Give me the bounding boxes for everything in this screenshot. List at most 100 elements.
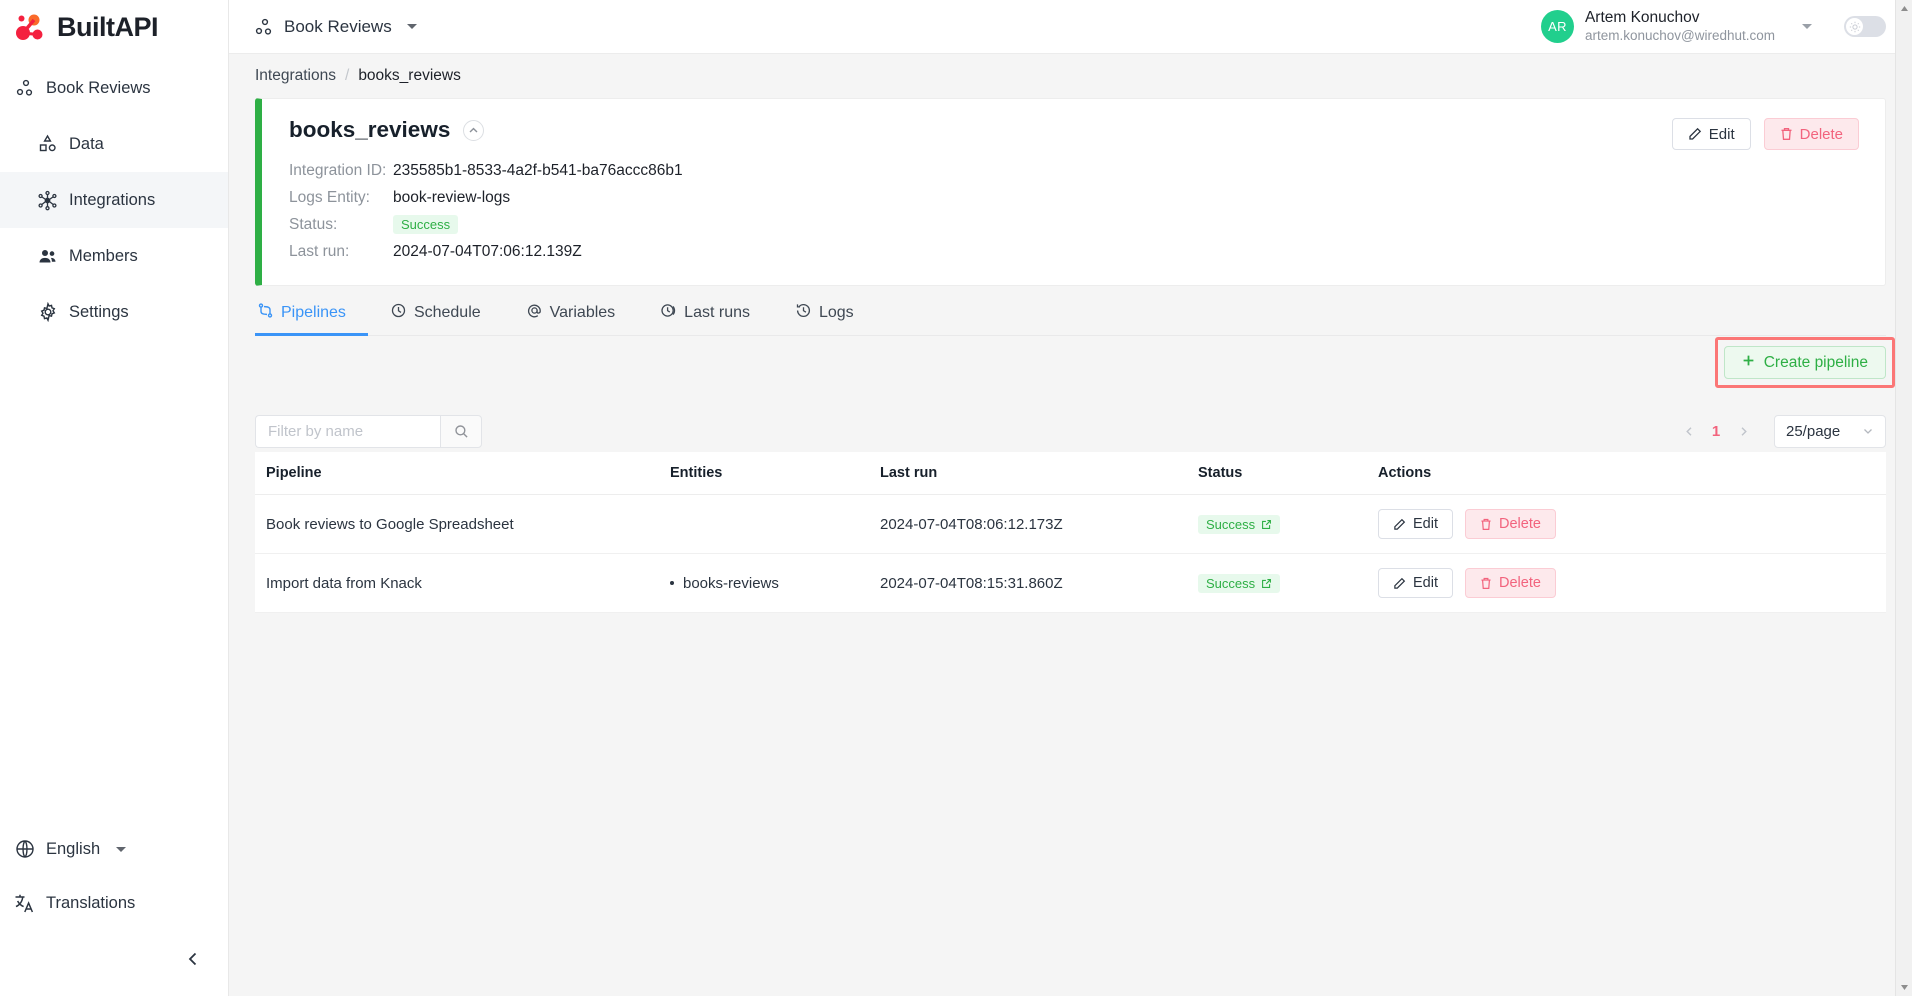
edit-pipeline-button[interactable]: Edit	[1378, 509, 1453, 539]
page-size-label: 25/page	[1786, 422, 1841, 440]
at-icon	[527, 303, 542, 323]
cell-entities: books-reviews	[670, 553, 880, 613]
workspace-name: Book Reviews	[284, 16, 392, 36]
create-pipeline-button[interactable]: Create pipeline	[1723, 346, 1886, 379]
tab-last-runs[interactable]: Last runs	[638, 291, 773, 335]
edit-label: Edit	[1413, 516, 1438, 532]
logs-entity-value: book-review-logs	[393, 188, 511, 206]
filter-bar: 1 25/page	[255, 410, 1886, 452]
sidebar-item-integrations[interactable]: Integrations	[0, 172, 228, 228]
cell-entities	[670, 494, 880, 554]
column-header-status: Status	[1198, 452, 1378, 495]
table-head: Pipeline Entities Last run Status Action…	[255, 452, 1886, 495]
builtapi-logo-icon	[14, 12, 48, 42]
pagination-prev-button[interactable]	[1674, 416, 1704, 446]
cell-actions: Edit Delete	[1378, 494, 1886, 554]
delete-label: Delete	[1499, 575, 1541, 591]
pagination-page-1[interactable]: 1	[1704, 423, 1728, 440]
sidebar-item-book-reviews[interactable]: Book Reviews	[0, 60, 228, 116]
external-link-icon	[1262, 519, 1272, 529]
search-button[interactable]	[440, 414, 482, 448]
card-collapse-button[interactable]	[463, 119, 485, 141]
theme-toggle[interactable]	[1844, 16, 1886, 37]
network-icon	[37, 190, 58, 211]
brand-name: BuiltAPI	[57, 11, 159, 42]
history-icon	[661, 303, 676, 323]
meta-label: Integration ID:	[289, 161, 387, 179]
page-scrollbar[interactable]	[1895, 0, 1912, 996]
sidebar-item-members[interactable]: Members	[0, 228, 228, 284]
sidebar-item-data[interactable]: Data	[0, 116, 228, 172]
edit-label: Edit	[1413, 575, 1438, 591]
delete-integration-button[interactable]: Delete	[1763, 118, 1859, 150]
workspace-selector[interactable]: Book Reviews	[253, 16, 417, 37]
sidebar-item-label: Data	[69, 134, 104, 153]
tab-label: Last runs	[684, 304, 750, 321]
tab-label: Logs	[818, 304, 854, 321]
column-header-entities: Entities	[670, 452, 880, 495]
plus-icon	[1742, 354, 1755, 372]
nodes-icon	[253, 16, 274, 37]
scrollbar-down-button[interactable]	[1896, 979, 1912, 996]
cell-last-run: 2024-07-04T08:06:12.173Z	[880, 494, 1198, 554]
card-title-row: books_reviews	[289, 117, 1859, 143]
page-title: books_reviews	[289, 117, 451, 142]
meta-label: Last run:	[289, 242, 350, 260]
caret-down-icon	[1901, 985, 1908, 990]
delete-pipeline-button[interactable]: Delete	[1465, 568, 1556, 598]
column-header-last-run: Last run	[880, 452, 1198, 495]
tab-logs[interactable]: Logs	[773, 291, 877, 335]
integration-card: books_reviews Edit Delete Integration ID…	[255, 98, 1886, 286]
time-icon	[796, 303, 811, 323]
column-header-pipeline: Pipeline	[255, 452, 670, 495]
shapes-icon	[37, 134, 58, 155]
pipelines-table-wrapper: Pipeline Entities Last run Status Action…	[255, 452, 1886, 613]
tab-variables[interactable]: Variables	[504, 291, 639, 335]
user-name: Artem Konuchov	[1584, 9, 1700, 27]
cell-status: Success	[1198, 553, 1378, 613]
user-menu[interactable]: AR Artem Konuchov artem.konuchov@wiredhu…	[1540, 8, 1812, 44]
table-row[interactable]: Book reviews to Google Spreadsheet 2024-…	[255, 494, 1886, 554]
breadcrumb-integrations[interactable]: Integrations	[255, 67, 336, 85]
chevron-down-icon	[406, 24, 417, 29]
edit-integration-button[interactable]: Edit	[1671, 118, 1751, 150]
brand-logo[interactable]: BuiltAPI	[0, 0, 228, 54]
entity-label: books-reviews	[683, 574, 779, 592]
sidebar-item-label: Book Reviews	[46, 78, 151, 97]
search-icon	[454, 424, 468, 438]
page-content: Integrations / books_reviews books_revie…	[229, 54, 1912, 996]
pipeline-icon	[258, 303, 273, 323]
pagination-next-button[interactable]	[1728, 416, 1758, 446]
pipelines-table: Pipeline Entities Last run Status Action…	[255, 452, 1886, 613]
tab-pipelines[interactable]: Pipelines	[255, 291, 368, 336]
tab-label: Variables	[549, 304, 616, 321]
create-pipeline-label: Create pipeline	[1763, 353, 1868, 371]
nodes-icon	[14, 78, 35, 99]
scrollbar-up-button[interactable]	[1896, 0, 1912, 17]
sidebar-item-settings[interactable]: Settings	[0, 284, 228, 340]
breadcrumb: Integrations / books_reviews	[255, 54, 1886, 98]
sidebar-item-translations[interactable]: Translations	[0, 876, 228, 930]
page-size-select[interactable]: 25/page	[1774, 414, 1886, 448]
chevron-right-icon	[1741, 426, 1747, 436]
column-header-actions: Actions	[1378, 452, 1886, 495]
meta-row: Last run: 2024-07-04T07:06:12.139Z	[289, 238, 1859, 265]
search-input[interactable]	[255, 414, 440, 448]
pencil-icon	[1394, 518, 1406, 530]
status-badge[interactable]: Success	[1198, 514, 1281, 534]
table-body: Book reviews to Google Spreadsheet 2024-…	[255, 494, 1886, 613]
sun-icon	[1846, 18, 1863, 35]
sidebar-collapse-button[interactable]	[0, 930, 228, 992]
app-root: BuiltAPI Book Reviews Data Integrations …	[0, 0, 1912, 996]
language-selector[interactable]: English	[0, 822, 228, 876]
pipelines-toolbar: Create pipeline	[255, 336, 1895, 410]
table-row[interactable]: Import data from Knack books-reviews 202…	[255, 553, 1886, 613]
external-link-icon	[1262, 578, 1272, 588]
edit-pipeline-button[interactable]: Edit	[1378, 568, 1453, 598]
delete-pipeline-button[interactable]: Delete	[1465, 509, 1556, 539]
status-badge[interactable]: Success	[1198, 573, 1281, 593]
breadcrumb-separator: /	[345, 67, 350, 84]
tab-schedule[interactable]: Schedule	[368, 291, 504, 335]
caret-up-icon	[1900, 6, 1908, 11]
